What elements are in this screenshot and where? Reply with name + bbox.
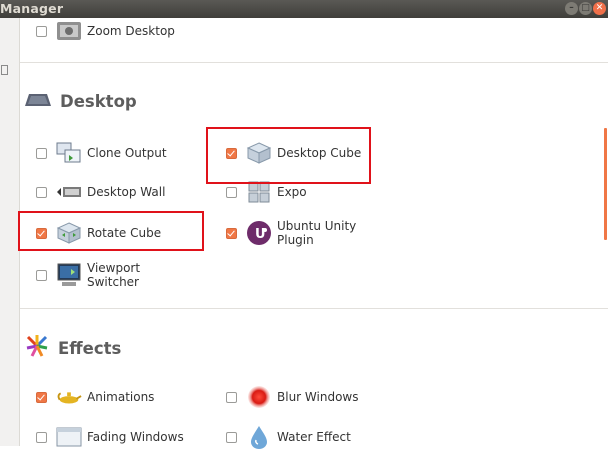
plugin-label: Ubuntu Unity Plugin: [277, 219, 357, 247]
plugin-water-effect[interactable]: Water Effect: [226, 422, 351, 452]
highlight-box-desktop-cube: [206, 127, 371, 184]
panel-glyph-icon: [1, 65, 8, 75]
clone-output-icon: [56, 141, 82, 165]
plugin-label: Desktop Wall: [87, 185, 166, 199]
desktop-section-icon: [24, 92, 52, 111]
checkbox[interactable]: [36, 147, 47, 159]
checkbox[interactable]: [36, 186, 47, 198]
plugin-label: Viewport Switcher: [87, 261, 141, 289]
effects-section-icon: [24, 334, 50, 363]
plugin-label: Blur Windows: [277, 390, 359, 404]
plugin-label: Zoom Desktop: [87, 24, 175, 38]
checkbox[interactable]: [226, 431, 237, 443]
section-divider: [20, 308, 608, 309]
checkbox[interactable]: [226, 186, 237, 198]
plugin-zoom-desktop[interactable]: Zoom Desktop: [36, 16, 175, 46]
highlight-box-rotate-cube: [18, 211, 204, 251]
plugin-viewport-switcher[interactable]: Viewport Switcher: [36, 260, 140, 290]
fading-windows-icon: [56, 425, 82, 449]
animations-icon: [56, 385, 82, 409]
section-desktop: Desktop: [24, 92, 137, 111]
window-title: Manager: [0, 1, 64, 16]
viewport-switcher-icon: [56, 263, 82, 287]
checkbox[interactable]: [36, 391, 47, 403]
checkbox[interactable]: [36, 25, 47, 37]
desktop-wall-icon: [56, 180, 82, 204]
plugin-blur-windows[interactable]: Blur Windows: [226, 382, 359, 412]
plugin-ubuntu-unity[interactable]: U Ubuntu Unity Plugin: [226, 218, 356, 248]
checkbox[interactable]: [226, 227, 237, 239]
plugin-clone-output[interactable]: Clone Output: [36, 138, 167, 168]
plugin-desktop-wall[interactable]: Desktop Wall: [36, 177, 165, 207]
checkbox[interactable]: [226, 391, 237, 403]
plugin-label: Water Effect: [277, 430, 351, 444]
plugin-label: Expo: [277, 185, 307, 199]
section-heading: Desktop: [60, 92, 137, 111]
plugin-fading-windows[interactable]: Fading Windows: [36, 422, 184, 452]
plugin-label: Clone Output: [87, 146, 167, 160]
plugin-label: Animations: [87, 390, 155, 404]
checkbox[interactable]: [36, 269, 47, 281]
plugin-animations[interactable]: Animations: [36, 382, 154, 412]
section-heading: Effects: [58, 339, 122, 358]
scrollbar-thumb[interactable]: [604, 128, 607, 240]
window-controls: – □ ✕: [565, 2, 606, 15]
close-button[interactable]: ✕: [593, 2, 606, 15]
section-effects: Effects: [24, 334, 121, 363]
water-drop-icon: [246, 425, 272, 449]
left-panel: [0, 18, 20, 446]
maximize-button[interactable]: □: [579, 2, 592, 15]
minimize-button[interactable]: –: [565, 2, 578, 15]
ubuntu-unity-icon: U: [246, 221, 272, 245]
blur-windows-icon: [246, 385, 272, 409]
checkbox[interactable]: [36, 431, 47, 443]
plugin-label: Fading Windows: [87, 430, 184, 444]
section-divider: [20, 62, 608, 63]
zoom-desktop-icon: [56, 19, 82, 43]
